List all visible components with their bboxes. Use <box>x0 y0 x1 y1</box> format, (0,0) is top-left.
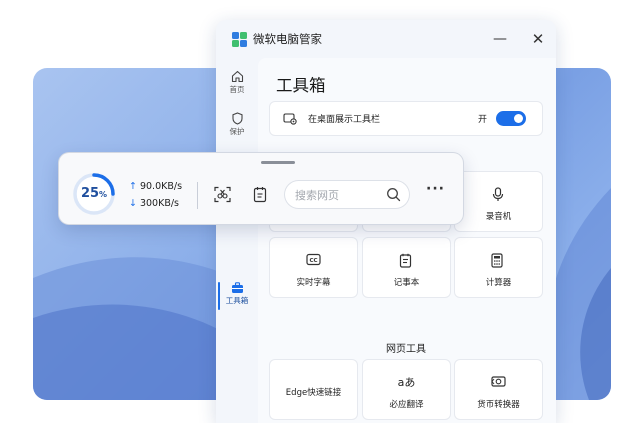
search-icon[interactable] <box>386 187 401 202</box>
sidebar-item-label: 工具箱 <box>225 296 249 305</box>
captions-icon: CC <box>306 253 321 266</box>
upload-speed: ↑ 90.0KB/s <box>129 181 182 192</box>
download-speed-value: 300KB/s <box>139 198 179 209</box>
toolbar-divider <box>197 182 198 209</box>
drag-handle[interactable] <box>261 161 295 164</box>
search-placeholder: 搜索网页 <box>295 189 339 202</box>
page-title: 工具箱 <box>276 76 326 95</box>
sidebar: 首页 保护 工具箱 <box>216 64 258 423</box>
svg-text:CC: CC <box>309 258 317 264</box>
tool-tile-recorder[interactable]: 录音机 <box>455 172 542 231</box>
desktop-toolbar-toggle[interactable] <box>496 111 526 126</box>
more-options-button[interactable]: ··· <box>426 181 445 197</box>
toolbar-settings-icon <box>283 113 297 125</box>
minimize-button[interactable]: — <box>488 29 512 49</box>
desktop-toolbar-setting: 在桌面展示工具栏 开 <box>270 102 542 135</box>
up-arrow-icon: ↑ <box>129 181 137 192</box>
notepad-icon <box>399 253 412 268</box>
tool-tile-live-captions[interactable]: CC 实时字幕 <box>270 238 357 297</box>
toolbox-page: 工具箱 在桌面展示工具栏 开 录音机 CC 实时字幕 记事本 计算器 网页工具 … <box>258 58 556 423</box>
tile-label: 计算器 <box>485 278 512 288</box>
app-title: 微软电脑管家 <box>253 32 322 46</box>
download-speed: ↓ 300KB/s <box>129 198 179 209</box>
down-arrow-icon: ↓ <box>129 198 137 209</box>
sidebar-item-protection[interactable]: 保护 <box>216 112 258 137</box>
upload-speed-value: 90.0KB/s <box>139 181 183 192</box>
tile-label: 货币转换器 <box>477 400 520 410</box>
calculator-icon <box>491 253 503 268</box>
tile-label: 记事本 <box>393 278 420 288</box>
tool-tile-bing-translate[interactable]: aあ 必应翻译 <box>363 360 450 419</box>
tile-label: 实时字幕 <box>296 278 331 288</box>
toggle-state-text: 开 <box>478 115 488 125</box>
shield-icon <box>231 112 243 125</box>
sidebar-item-home[interactable]: 首页 <box>216 70 258 95</box>
close-button[interactable]: ✕ <box>526 29 550 49</box>
web-tools-heading: 网页工具 <box>386 344 426 355</box>
sidebar-item-label: 首页 <box>229 85 245 94</box>
screenshot-icon[interactable] <box>214 186 231 203</box>
toolbox-icon <box>231 282 243 293</box>
app-logo-icon <box>232 32 247 47</box>
translate-icon: aあ <box>397 376 416 389</box>
tile-label: 录音机 <box>485 212 512 222</box>
setting-label: 在桌面展示工具栏 <box>308 115 381 125</box>
tool-tile-notepad[interactable]: 记事本 <box>363 238 450 297</box>
web-search-box[interactable]: 搜索网页 <box>285 181 409 208</box>
floating-toolbar: 25% ↑ 90.0KB/s ↓ 300KB/s 搜索网页 ··· <box>59 153 463 224</box>
tool-tile-currency-converter[interactable]: 货币转换器 <box>455 360 542 419</box>
sidebar-item-label: 保护 <box>229 127 245 136</box>
usage-percent: 25% <box>72 172 116 216</box>
tile-label: 必应翻译 <box>389 400 424 410</box>
tile-label: Edge快速链接 <box>285 388 342 398</box>
usage-unit: % <box>99 190 108 199</box>
microphone-icon <box>492 187 504 201</box>
home-icon <box>231 70 243 83</box>
title-bar: 微软电脑管家 — ✕ <box>216 20 556 58</box>
currency-icon <box>491 376 506 387</box>
notepad-icon[interactable] <box>253 186 267 203</box>
tool-tile-edge-links[interactable]: Edge快速链接 <box>270 360 357 419</box>
usage-value: 25 <box>80 186 100 201</box>
tool-tile-calculator[interactable]: 计算器 <box>455 238 542 297</box>
sidebar-item-toolbox[interactable]: 工具箱 <box>216 282 258 306</box>
